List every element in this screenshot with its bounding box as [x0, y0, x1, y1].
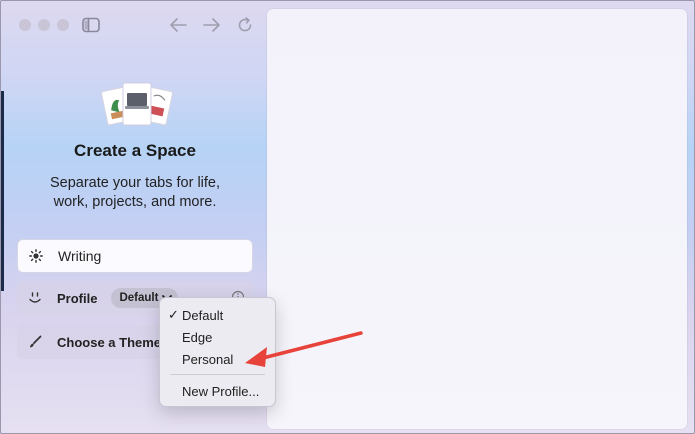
back-arrow-icon[interactable]: [167, 14, 189, 36]
zoom-window-button[interactable]: [57, 19, 69, 31]
forward-arrow-icon[interactable]: [201, 14, 223, 36]
reload-icon[interactable]: [234, 14, 256, 36]
page-title: Create a Space: [74, 141, 196, 160]
brush-icon: [27, 334, 43, 350]
sun-icon: [28, 248, 44, 264]
sidebar-icon[interactable]: [80, 14, 102, 36]
browser-window: Create a Space Separate your tabs for li…: [0, 0, 695, 434]
space-illustration-icon: [100, 79, 174, 133]
annotation-arrow-icon: [245, 331, 363, 367]
smiley-icon: [27, 290, 43, 306]
window-edge: [1, 91, 4, 291]
menu-item-default[interactable]: ✓ Default: [160, 304, 275, 326]
space-name-input[interactable]: Writing: [17, 239, 253, 273]
choose-theme-label: Choose a Theme: [57, 334, 162, 350]
profile-label: Profile: [57, 290, 98, 306]
space-name-value: Writing: [58, 248, 102, 264]
page-subtitle: Separate your tabs for life, work, proje…: [49, 175, 221, 210]
menu-item-new-profile[interactable]: New Profile...: [160, 380, 275, 402]
checkmark-icon: ✓: [168, 307, 179, 322]
menu-separator: [170, 374, 265, 375]
close-window-button[interactable]: [19, 19, 31, 31]
minimize-window-button[interactable]: [38, 19, 50, 31]
profile-selected-value: Default: [119, 292, 159, 304]
